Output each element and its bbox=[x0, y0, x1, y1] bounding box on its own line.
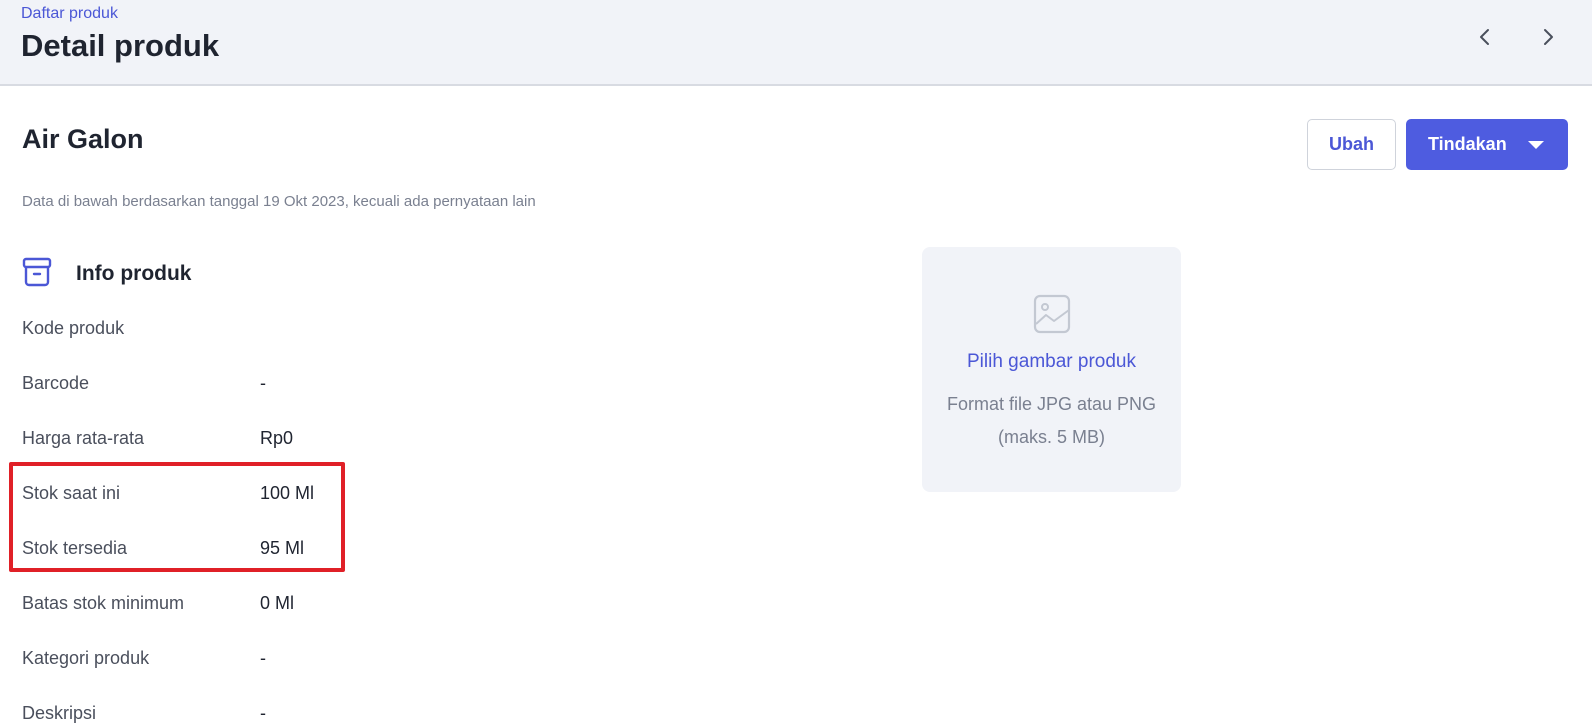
info-row-category: Kategori produk - bbox=[22, 648, 522, 678]
actions-button-label: Tindakan bbox=[1428, 134, 1507, 154]
info-row-description: Deskripsi - bbox=[22, 703, 522, 725]
info-row-average-price: Harga rata-rata Rp0 bbox=[22, 428, 522, 458]
data-date-note: Data di bawah berdasarkan tanggal 19 Okt… bbox=[22, 193, 536, 210]
info-value: - bbox=[260, 703, 266, 723]
info-row-product-code: Kode produk bbox=[22, 318, 522, 348]
info-row-barcode: Barcode - bbox=[22, 373, 522, 403]
product-name: Air Galon bbox=[22, 124, 144, 154]
chevron-left-icon bbox=[1480, 29, 1489, 45]
info-label: Deskripsi bbox=[22, 703, 97, 723]
info-value: - bbox=[260, 373, 266, 393]
info-value: Rp0 bbox=[260, 428, 294, 448]
choose-image-link[interactable]: Pilih gambar produk bbox=[922, 351, 1181, 373]
info-label: Kategori produk bbox=[22, 648, 150, 668]
actions-dropdown-button[interactable]: Tindakan bbox=[1406, 119, 1568, 170]
info-label: Kode produk bbox=[22, 318, 125, 338]
caret-down-icon bbox=[1528, 141, 1544, 149]
info-row-min-stock: Batas stok minimum 0 Ml bbox=[22, 593, 522, 623]
archive-box-icon bbox=[22, 257, 52, 287]
info-value: 0 Ml bbox=[260, 593, 295, 613]
product-image-picker[interactable]: Pilih gambar produk Format file JPG atau… bbox=[922, 247, 1181, 492]
info-label: Barcode bbox=[22, 373, 90, 393]
breadcrumb-product-list[interactable]: Daftar produk bbox=[21, 5, 118, 23]
info-value: - bbox=[260, 648, 266, 668]
edit-button[interactable]: Ubah bbox=[1307, 119, 1396, 170]
page-title: Detail produk bbox=[21, 28, 220, 63]
stock-highlight-annotation bbox=[9, 462, 345, 572]
info-label: Harga rata-rata bbox=[22, 428, 145, 448]
page-header: Daftar produk Detail produk bbox=[0, 0, 1592, 86]
section-title-product-info: Info produk bbox=[76, 262, 192, 285]
chevron-right-icon bbox=[1544, 29, 1553, 45]
image-placeholder-icon bbox=[1033, 294, 1071, 334]
previous-product-button[interactable] bbox=[1470, 22, 1500, 52]
next-product-button[interactable] bbox=[1533, 22, 1563, 52]
image-format-hint: Format file JPG atau PNG (maks. 5 MB) bbox=[946, 394, 1157, 447]
info-label: Batas stok minimum bbox=[22, 593, 185, 613]
